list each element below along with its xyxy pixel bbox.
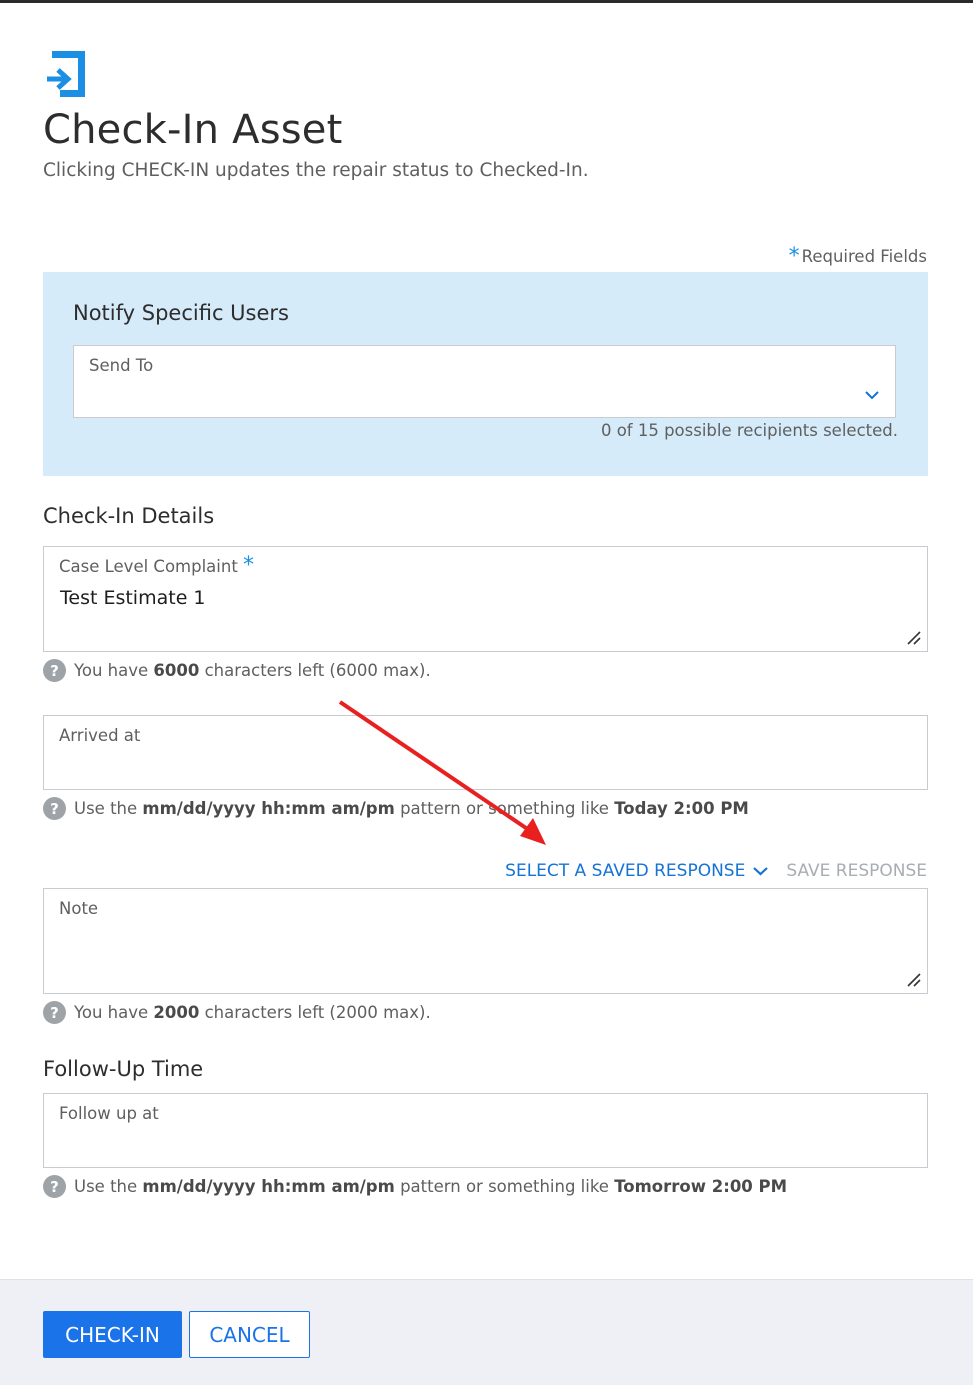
note-label: Note (59, 899, 99, 918)
send-to-label: Send To (89, 356, 154, 375)
recipients-status: 0 of 15 possible recipients selected. (600, 421, 898, 440)
complaint-value: Test Estimate 1 (60, 587, 206, 609)
notify-title: Notify Specific Users (73, 301, 289, 325)
cancel-button[interactable]: CANCEL (189, 1311, 310, 1358)
select-saved-response-label: SELECT A SAVED RESPONSE (505, 861, 746, 881)
asterisk-icon: * (788, 243, 800, 269)
follow-up-input[interactable]: Follow up at (43, 1093, 928, 1168)
required-fields-label: Required Fields (801, 247, 927, 266)
check-in-arrow-icon (47, 51, 85, 97)
arrived-at-hint: ? Use the mm/dd/yyyy hh:mm am/pm pattern… (43, 797, 749, 820)
follow-up-hint: ? Use the mm/dd/yyyy hh:mm am/pm pattern… (43, 1175, 787, 1198)
notify-users-panel: Notify Specific Users Send To 0 of 15 po… (43, 272, 928, 476)
select-saved-response-dropdown[interactable]: SELECT A SAVED RESPONSE (505, 861, 769, 881)
required-fields-note: * Required Fields (788, 243, 927, 269)
saved-response-row: SELECT A SAVED RESPONSE SAVE RESPONSE (505, 861, 927, 881)
question-circle-icon[interactable]: ? (43, 1175, 66, 1198)
arrived-at-label: Arrived at (59, 726, 141, 745)
chevron-down-icon[interactable] (865, 390, 879, 400)
complaint-textarea[interactable]: Case Level Complaint * Test Estimate 1 (43, 546, 928, 652)
arrived-at-input[interactable]: Arrived at (43, 715, 928, 790)
complaint-hint: ? You have 6000 characters left (6000 ma… (43, 659, 431, 682)
check-in-details-title: Check-In Details (43, 504, 215, 528)
dialog-title: Check-In Asset (43, 107, 343, 153)
resize-handle-icon[interactable] (905, 971, 921, 987)
dialog-subtitle: Clicking CHECK-IN updates the repair sta… (43, 160, 589, 181)
dialog-footer: CHECK-IN CANCEL (0, 1279, 973, 1385)
note-textarea[interactable]: Note (43, 888, 928, 994)
chevron-down-icon (753, 867, 769, 876)
send-to-select[interactable]: Send To (73, 345, 896, 418)
question-circle-icon[interactable]: ? (43, 1001, 66, 1024)
note-hint: ? You have 2000 characters left (2000 ma… (43, 1001, 431, 1024)
resize-handle-icon[interactable] (905, 629, 921, 645)
question-circle-icon[interactable]: ? (43, 797, 66, 820)
save-response-button[interactable]: SAVE RESPONSE (786, 861, 927, 881)
question-circle-icon[interactable]: ? (43, 659, 66, 682)
asterisk-icon: * (243, 553, 255, 578)
check-in-dialog: Check-In Asset Clicking CHECK-IN updates… (0, 3, 973, 1384)
check-in-button[interactable]: CHECK-IN (43, 1311, 182, 1358)
follow-up-title: Follow-Up Time (43, 1057, 204, 1081)
complaint-label: Case Level Complaint * (59, 553, 255, 578)
follow-up-label: Follow up at (59, 1104, 159, 1123)
